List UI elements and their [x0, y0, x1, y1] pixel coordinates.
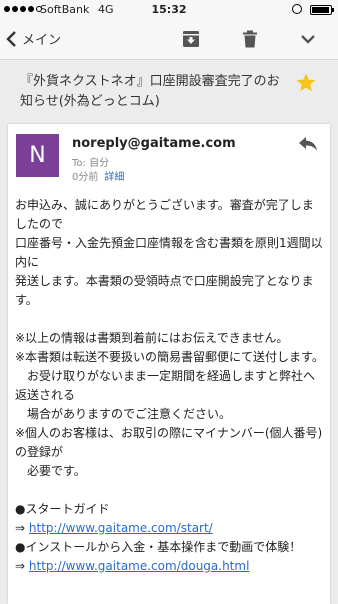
status-bar: SoftBank 4G 15:32: [0, 0, 338, 20]
back-button[interactable]: メイン: [6, 29, 61, 48]
email-subject: 『外貨ネクストネオ』口座開設審査完了のお知らせ(外為どっとコム): [20, 74, 280, 109]
sender-address: noreply@gaitame.com: [72, 136, 236, 151]
time-line: 0分前 詳細: [72, 168, 124, 183]
reply-icon[interactable]: [298, 136, 318, 152]
battery-icon: [310, 5, 334, 15]
details-link[interactable]: 詳細: [104, 168, 124, 183]
clock: 15:32: [151, 3, 187, 16]
navigation-bar: メイン: [0, 20, 338, 60]
star-icon[interactable]: [295, 72, 317, 94]
start-guide-link[interactable]: http://www.gaitame.com/start/: [29, 521, 213, 535]
time-ago: 0分前: [72, 172, 99, 183]
chevron-down-icon[interactable]: [298, 29, 318, 49]
subject-header: 『外貨ネクストネオ』口座開設審査完了のお知らせ(外為どっとコム): [0, 60, 338, 122]
body-paragraph-notes: ※以上の情報は書類到着前にはお伝えできません。 ※本書類は転送不要扱いの簡易書留…: [15, 331, 324, 478]
start-guide-label: ●スタートガイド: [15, 502, 110, 516]
back-label: メイン: [22, 33, 62, 48]
body-paragraph-intro: お申込み、誠にありがとうございます。審査が完了しましたので 口座番号・入金先預金…: [15, 198, 323, 307]
alarm-icon: [292, 4, 302, 14]
arrow-icon: ⇒: [15, 521, 26, 535]
video-line: ⇒ http://www.gaitame.com/douga.html: [15, 557, 325, 576]
video-link[interactable]: http://www.gaitame.com/douga.html: [29, 559, 250, 573]
arrow-icon: ⇒: [15, 559, 26, 573]
trash-icon[interactable]: [240, 29, 260, 49]
email-body: お申込み、誠にありがとうございます。審査が完了しましたので 口座番号・入金先預金…: [15, 196, 325, 576]
message-card: N noreply@gaitame.com To: 自分 0分前 詳細 お申込み…: [8, 124, 330, 604]
archive-icon[interactable]: [181, 29, 201, 49]
avatar: N: [16, 134, 59, 177]
video-label: ●インストールから入金・基本操作まで動画で体験！: [15, 540, 302, 554]
start-guide-line: ⇒ http://www.gaitame.com/start/: [15, 519, 325, 538]
chevron-left-icon: [6, 30, 16, 47]
recipient-line: To: 自分: [72, 158, 110, 169]
